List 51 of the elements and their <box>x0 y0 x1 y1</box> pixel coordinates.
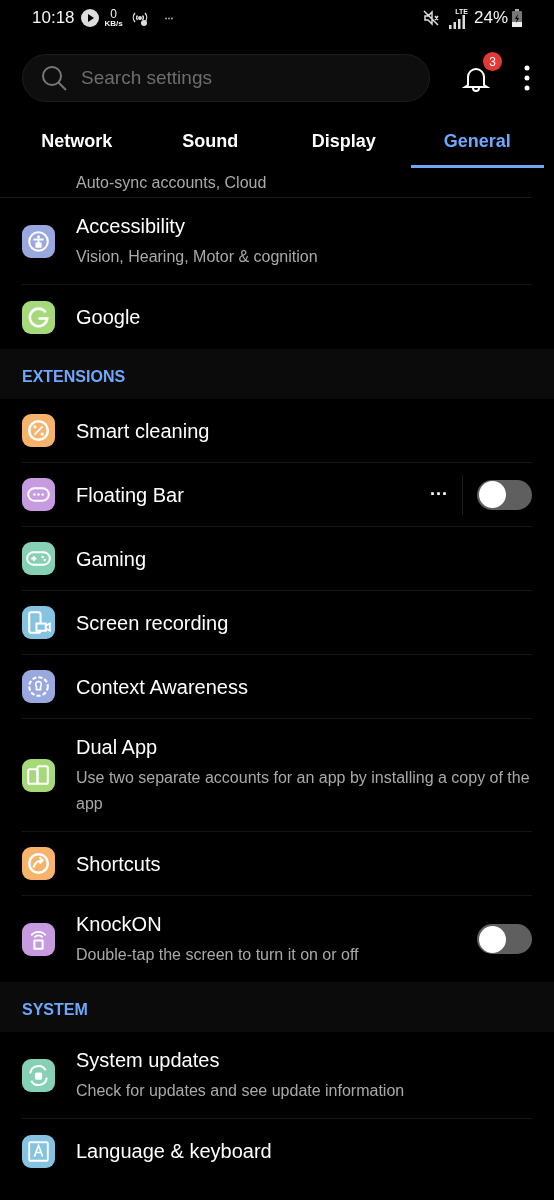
more-notifications-icon <box>164 16 173 20</box>
tab[interactable]: Display <box>277 118 411 168</box>
search-field[interactable]: Search settings <box>22 54 430 102</box>
section-header: EXTENSIONS <box>22 367 126 387</box>
settings-row[interactable]: Floating Bar ··· <box>22 463 532 527</box>
section-header: SYSTEM <box>22 1000 88 1020</box>
speed-value: 0 <box>110 8 117 20</box>
setting-title: Smart cleaning <box>76 418 211 444</box>
settings-row[interactable]: Dual App Use two separate accounts for an app by installing a copy of the app <box>22 719 532 832</box>
setting-title: Shortcuts <box>76 851 162 877</box>
settings-row[interactable]: Gaming <box>22 527 532 591</box>
setting-title: Dual App <box>76 735 159 760</box>
settings-row[interactable]: Screen recording <box>22 591 532 655</box>
setting-description: Vision, Hearing, Motor & cognition <box>76 247 319 267</box>
clock-time: 10:18 <box>32 7 75 30</box>
setting-title: KnockON <box>76 912 163 937</box>
setting-title: Language & keyboard <box>76 1139 273 1164</box>
setting-title: Google <box>76 305 142 330</box>
settings-row[interactable]: Smart cleaning <box>22 399 532 463</box>
more-options-icon[interactable] <box>522 63 532 93</box>
setting-title: Floating Bar <box>76 482 185 508</box>
setting-title: System updates <box>76 1048 221 1073</box>
setting-title: Gaming <box>76 546 148 572</box>
notification-badge: 3 <box>483 52 502 71</box>
setting-title: Screen recording <box>76 610 230 636</box>
settings-row[interactable]: KnockON Double-tap the screen to turn it on or off <box>22 896 532 982</box>
play-icon <box>80 9 99 27</box>
battery-level: 24% <box>473 7 508 30</box>
settings-row[interactable]: System updates Check for updates and see update information <box>22 1032 532 1119</box>
settings-row[interactable]: Google <box>22 285 532 349</box>
battery-icon <box>512 9 522 27</box>
settings-row[interactable]: Accessibility Vision, Hearing, Motor & cognition <box>22 198 532 285</box>
more-text: ··· <box>430 483 448 506</box>
toggle-switch[interactable] <box>477 924 532 954</box>
setting-description: Use two separate accounts for an app by installing a copy of the app <box>76 768 531 814</box>
speed-unit: KB/s <box>104 20 123 28</box>
settings-row[interactable]: Context Awareness <box>22 655 532 719</box>
setting-description: Check for updates and see update information <box>76 1081 406 1101</box>
signal-icon <box>447 14 468 29</box>
setting-title: Context Awareness <box>76 674 249 700</box>
tab[interactable]: General <box>410 118 544 168</box>
settings-row[interactable]: Shortcuts <box>22 832 532 896</box>
tab[interactable]: Network <box>10 118 144 168</box>
settings-row[interactable]: Language & keyboard <box>22 1119 532 1183</box>
setting-title: Accessibility <box>76 214 186 239</box>
search-icon <box>40 64 68 92</box>
mute-icon <box>421 9 440 27</box>
tab[interactable]: Sound <box>143 118 277 168</box>
setting-description: Auto-sync accounts, Cloud <box>76 172 267 193</box>
setting-description: Double-tap the screen to turn it on or off <box>76 945 360 965</box>
toggle-switch[interactable] <box>477 479 532 510</box>
